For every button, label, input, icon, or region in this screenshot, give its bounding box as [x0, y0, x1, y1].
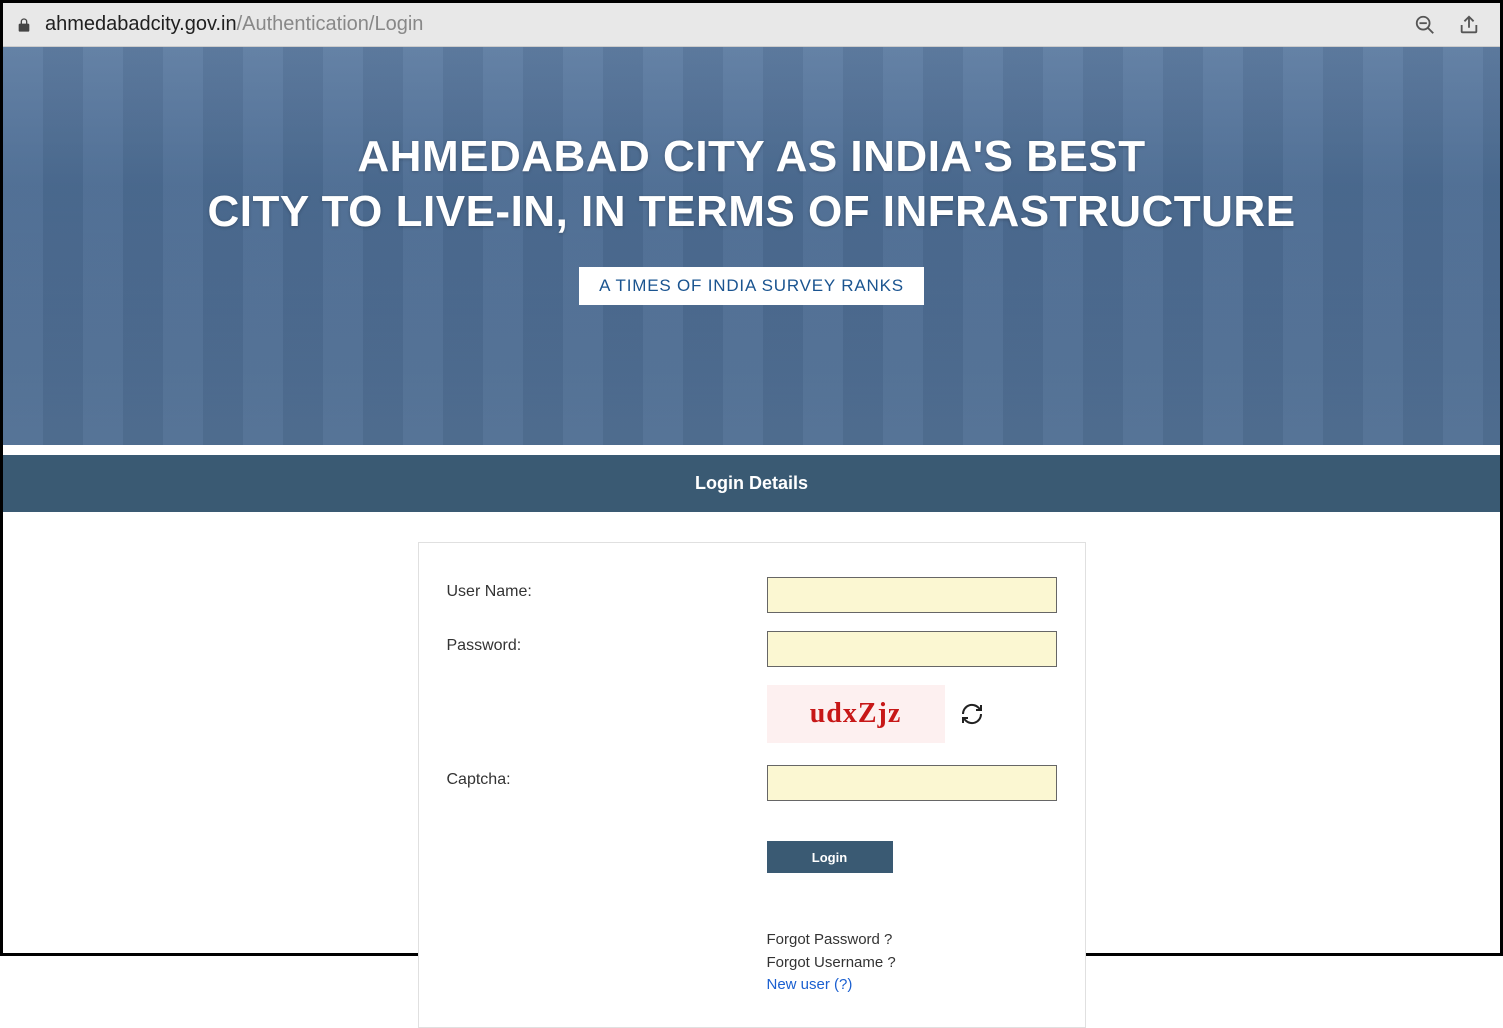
- login-links: Forgot Password ? Forgot Username ? New …: [767, 929, 1057, 997]
- captcha-label: Captcha:: [447, 765, 767, 789]
- username-input[interactable]: [767, 577, 1057, 613]
- login-header: Login Details: [3, 455, 1500, 512]
- hero-badge: A TIMES OF INDIA SURVEY RANKS: [579, 267, 924, 305]
- username-label: User Name:: [447, 577, 767, 601]
- hero-title-line1: AHMEDABAD CITY AS INDIA'S BEST: [207, 129, 1295, 184]
- login-form-area: User Name: Password: udxZjz Captcha: Log…: [3, 512, 1500, 1028]
- forgot-username-link[interactable]: Forgot Username ?: [767, 952, 1057, 975]
- share-icon[interactable]: [1458, 14, 1480, 36]
- zoom-out-icon[interactable]: [1414, 14, 1436, 36]
- browser-address-bar: ahmedabadcity.gov.in/Authentication/Logi…: [3, 3, 1500, 47]
- captcha-input[interactable]: [767, 765, 1057, 801]
- url-text[interactable]: ahmedabadcity.gov.in/Authentication/Logi…: [45, 13, 1414, 36]
- captcha-image: udxZjz: [767, 685, 945, 743]
- divider: [3, 445, 1500, 455]
- password-input[interactable]: [767, 631, 1057, 667]
- login-button[interactable]: Login: [767, 841, 893, 873]
- browser-actions: [1414, 14, 1488, 36]
- lock-icon: [15, 16, 33, 34]
- hero-banner: AHMEDABAD CITY AS INDIA'S BEST CITY TO L…: [3, 47, 1500, 445]
- forgot-password-link[interactable]: Forgot Password ?: [767, 929, 1057, 952]
- new-user-link[interactable]: New user (?): [767, 974, 1057, 997]
- password-label: Password:: [447, 631, 767, 655]
- refresh-icon[interactable]: [959, 701, 985, 727]
- hero-title-line2: CITY TO LIVE-IN, IN TERMS OF INFRASTRUCT…: [207, 184, 1295, 239]
- url-path: /Authentication/Login: [237, 13, 424, 35]
- url-domain: ahmedabadcity.gov.in: [45, 13, 237, 35]
- hero-title: AHMEDABAD CITY AS INDIA'S BEST CITY TO L…: [207, 129, 1295, 239]
- login-form-card: User Name: Password: udxZjz Captcha: Log…: [418, 542, 1086, 1028]
